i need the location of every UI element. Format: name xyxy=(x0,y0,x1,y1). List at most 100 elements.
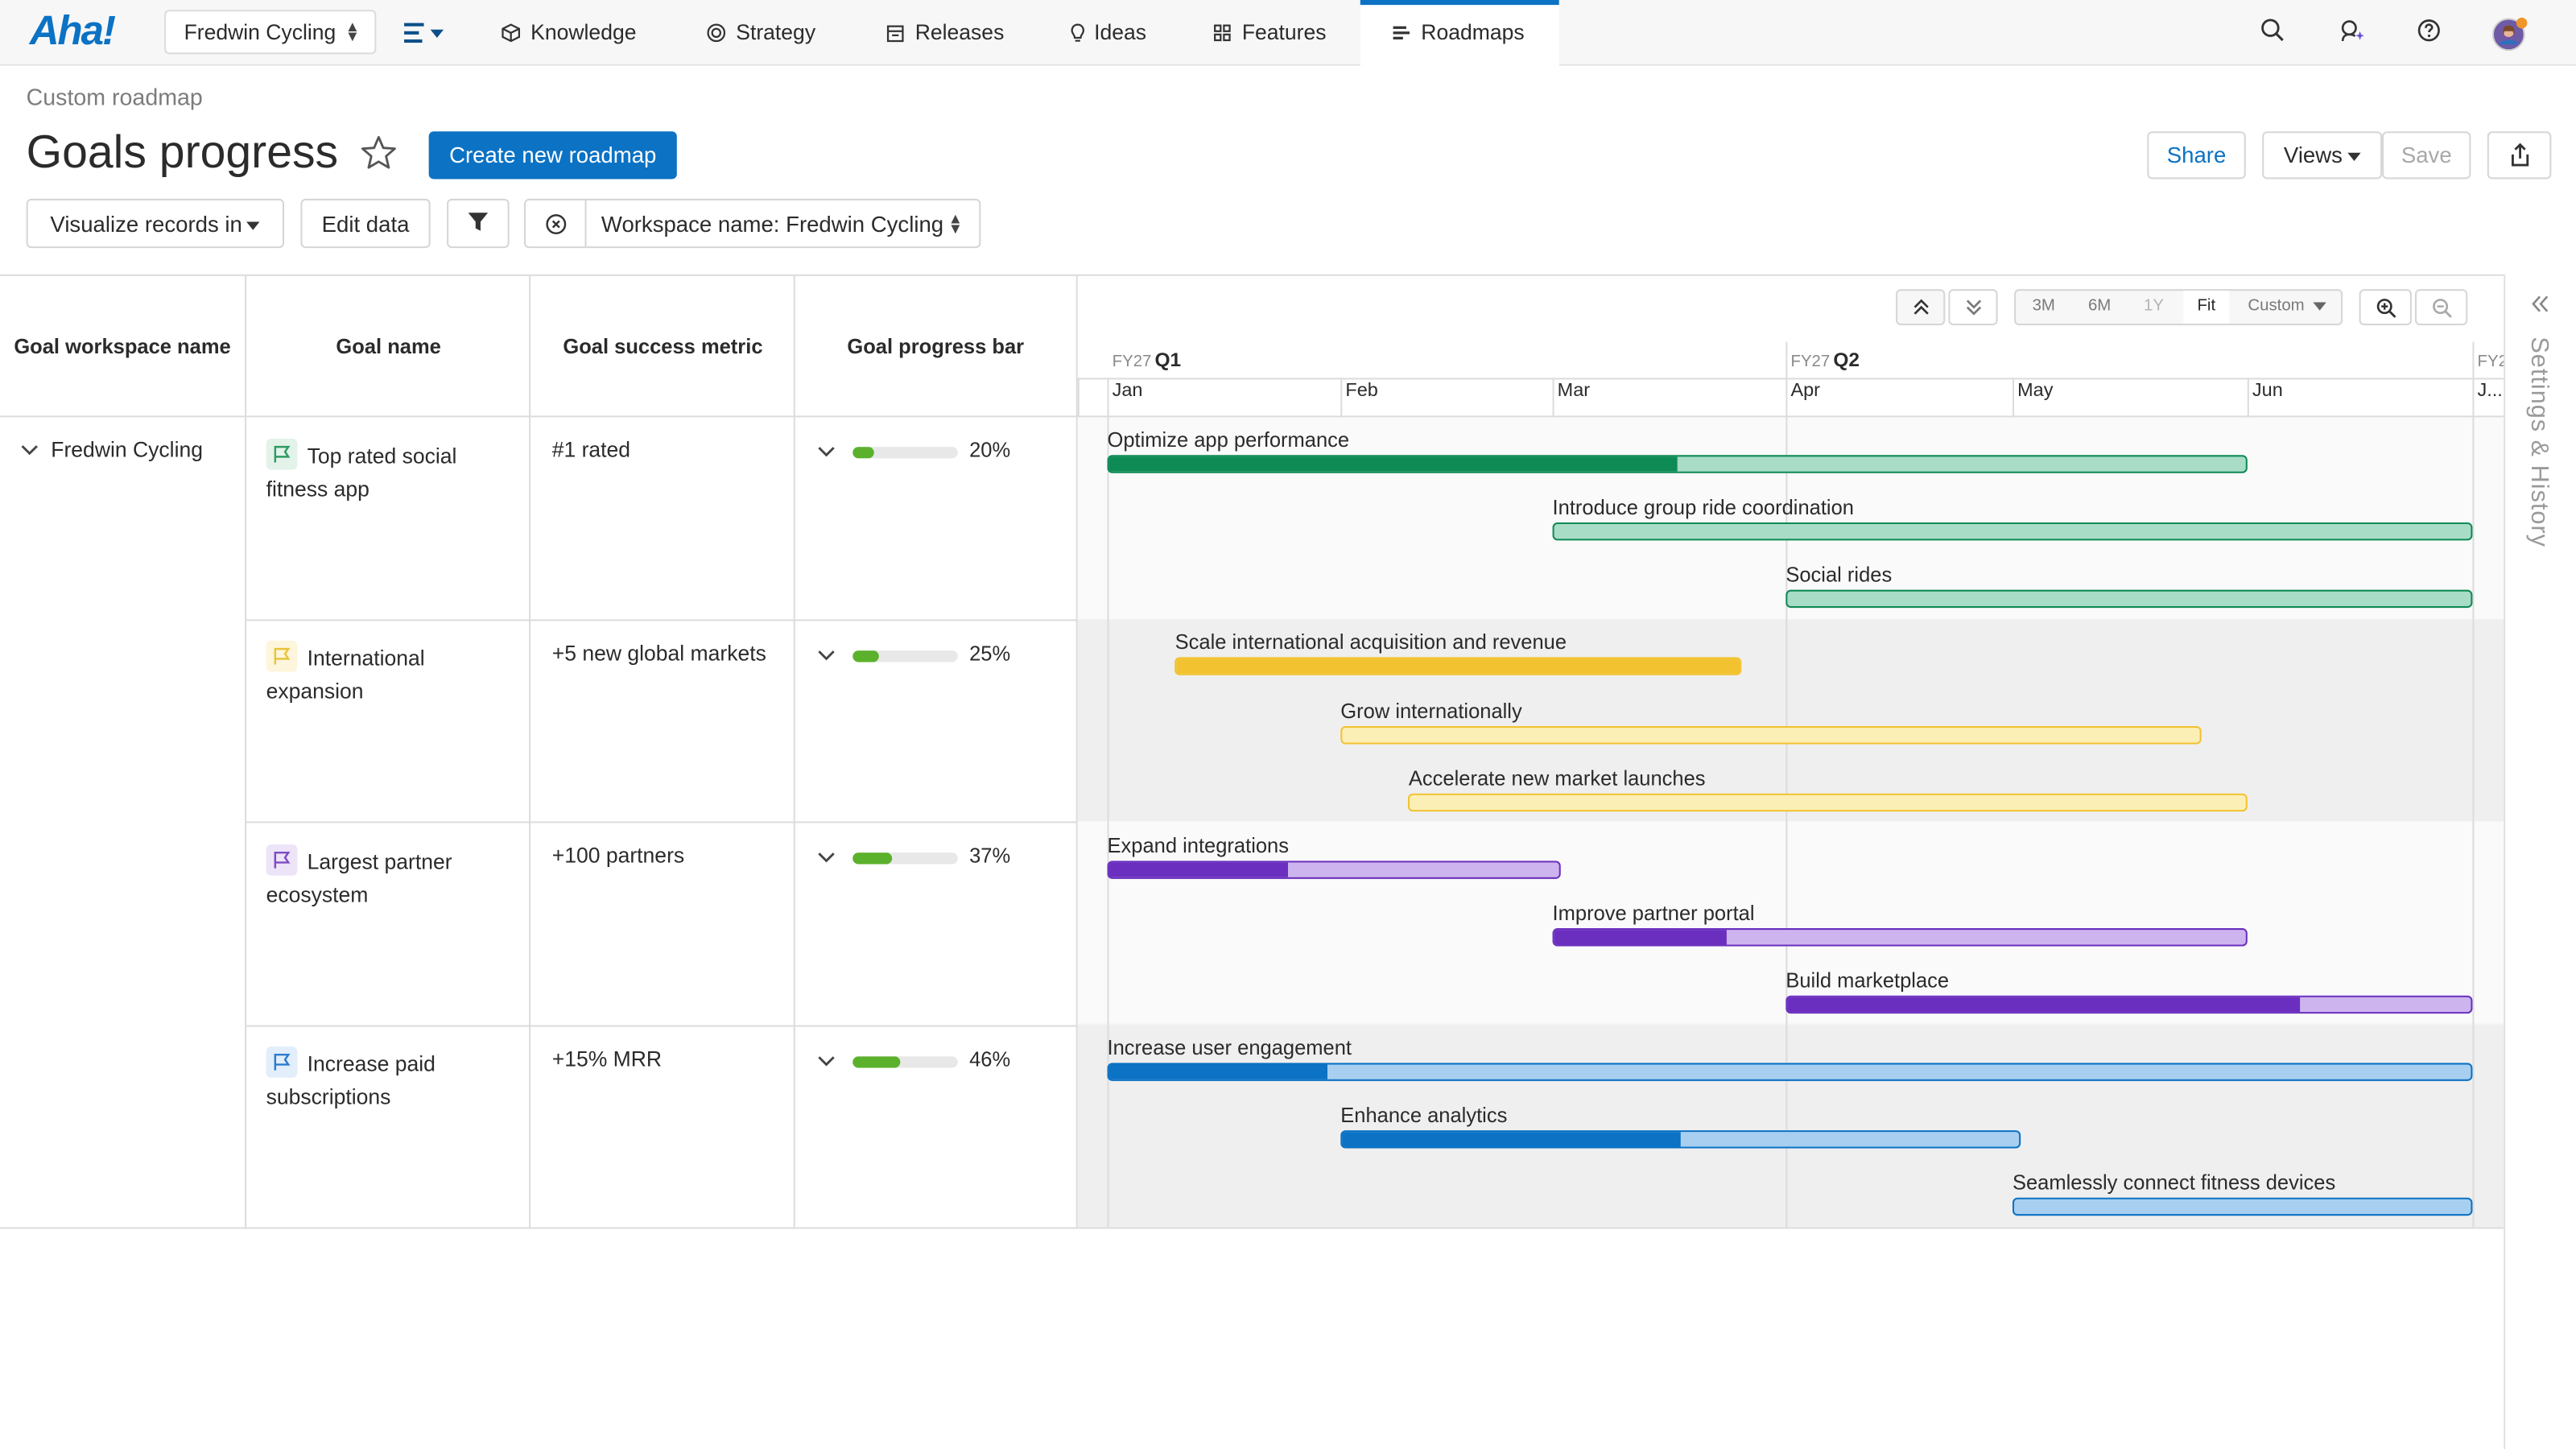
double-chevron-up-icon xyxy=(1913,299,1929,315)
header-goal-success-metric[interactable]: Goal success metric xyxy=(530,276,795,418)
month-label: Jan xyxy=(1112,381,1143,401)
filter-button[interactable] xyxy=(447,198,510,249)
help-icon[interactable] xyxy=(2417,18,2442,51)
timeline-bar-label: Improve partner portal xyxy=(1552,901,1755,925)
star-icon[interactable] xyxy=(360,134,398,179)
flag-icon xyxy=(266,640,298,672)
zoom-6m-button[interactable]: 6M xyxy=(2075,291,2124,324)
goal-metric: +15% MRR xyxy=(551,1046,663,1071)
timeline-bar[interactable] xyxy=(1107,860,1560,878)
timeline-bar[interactable] xyxy=(1107,1063,2473,1081)
workspace-filter-label: Workspace name: Fredwin Cycling xyxy=(601,212,944,237)
visualize-records-label: Visualize records in xyxy=(50,212,242,237)
header-goal-name[interactable]: Goal name xyxy=(246,276,531,418)
settings-history-panel[interactable]: Settings & History xyxy=(2504,274,2576,1449)
timeline-bar-label: Build marketplace xyxy=(1785,969,1950,993)
breadcrumb[interactable]: Custom roadmap xyxy=(27,84,203,110)
save-button[interactable]: Save xyxy=(2382,131,2471,180)
progress-track xyxy=(852,1056,958,1068)
goal-progress[interactable]: 46% xyxy=(816,1046,1063,1080)
nav-knowledge[interactable]: Knowledge xyxy=(501,0,636,66)
zoom-custom-label: Custom xyxy=(2248,297,2305,316)
search-icon[interactable] xyxy=(2260,18,2285,51)
double-chevron-left-icon[interactable] xyxy=(2530,294,2549,313)
timeline-bar[interactable] xyxy=(2012,1198,2473,1216)
timeline-bar[interactable] xyxy=(1552,522,2473,541)
nav-strategy[interactable]: Strategy xyxy=(707,0,815,66)
timeline-bar[interactable] xyxy=(1552,927,2248,947)
workspace-selector[interactable]: Fredwin Cycling ▲ ▼ xyxy=(164,10,377,55)
timeline-bar-label: Introduce group ride coordination xyxy=(1552,496,1854,520)
updown-caret-icon: ▲ ▼ xyxy=(345,18,360,45)
timeline-bar-progress xyxy=(1108,861,1289,877)
visualize-records-button[interactable]: Visualize records in xyxy=(26,198,285,249)
export-button[interactable] xyxy=(2487,131,2552,180)
timeline: Optimize app performance Introduce group … xyxy=(1077,275,2508,1228)
goal-row-2[interactable]: Largest partner ecosystem xyxy=(266,844,513,912)
views-button[interactable]: Views xyxy=(2262,131,2383,180)
workspace-selector-label: Fredwin Cycling xyxy=(184,19,336,45)
goal-row-3[interactable]: Increase paid subscriptions xyxy=(266,1046,513,1114)
zoom-in-button[interactable] xyxy=(2359,289,2412,326)
header-goal-progress-bar[interactable]: Goal progress bar xyxy=(795,276,1076,418)
nav-features[interactable]: Features xyxy=(1212,0,1327,66)
timeline-bar-label: Optimize app performance xyxy=(1107,428,1350,452)
timeline-bar[interactable] xyxy=(1340,725,2202,744)
collapse-all-button[interactable] xyxy=(1896,289,1946,326)
top-nav: Aha! Fredwin Cycling ▲ ▼ Knowledge Strate… xyxy=(0,0,2576,66)
nav-ideas[interactable]: Ideas xyxy=(1068,0,1146,66)
progress-percent: 20% xyxy=(969,438,1011,462)
goal-row-0[interactable]: Top rated social fitness app xyxy=(266,438,513,506)
timeline-bar-label: Increase user engagement xyxy=(1107,1036,1352,1060)
timeline-bar[interactable] xyxy=(1174,657,1741,676)
aha-logo[interactable]: Aha! xyxy=(30,8,116,56)
edit-data-button[interactable]: Edit data xyxy=(300,198,431,249)
progress-track xyxy=(852,447,958,459)
zoom-fit-button[interactable]: Fit xyxy=(2183,291,2230,324)
create-new-roadmap-button[interactable]: Create new roadmap xyxy=(428,131,677,180)
expand-all-button[interactable] xyxy=(1948,289,1998,326)
nav-roadmaps[interactable]: Roadmaps xyxy=(1360,0,1559,66)
month-label: Jun xyxy=(2252,381,2283,401)
progress-fill xyxy=(852,447,874,459)
chevron-down-icon xyxy=(818,650,835,661)
share-button[interactable]: Share xyxy=(2147,131,2246,180)
goal-progress[interactable]: 20% xyxy=(816,437,1063,470)
header-goal-workspace-name[interactable]: Goal workspace name xyxy=(0,276,246,418)
goal-row-1[interactable]: International expansion xyxy=(266,640,513,708)
nav-releases[interactable]: Releases xyxy=(886,0,1004,66)
lightbulb-icon xyxy=(1071,23,1085,42)
workspace-group-row[interactable]: Fredwin Cycling xyxy=(19,436,204,462)
chevron-down-icon xyxy=(818,1056,835,1067)
timeline-bar[interactable] xyxy=(1785,590,2473,609)
target-icon xyxy=(707,23,726,43)
grid-icon xyxy=(1214,24,1231,42)
timeline-bar-progress xyxy=(1787,997,2301,1013)
goal-metric: +100 partners xyxy=(551,842,685,868)
timeline-bar[interactable] xyxy=(1340,1130,2021,1149)
clear-filter-button[interactable] xyxy=(526,200,587,247)
zoom-1y-button[interactable]: 1Y xyxy=(2131,291,2177,324)
zoom-out-button[interactable] xyxy=(2414,289,2468,326)
timeline-bar-label: Expand integrations xyxy=(1107,833,1290,857)
flag-icon xyxy=(266,438,298,470)
ai-assistant-icon[interactable] xyxy=(2339,18,2366,52)
timeline-bar-progress xyxy=(1342,1132,1681,1147)
timeline-bar[interactable] xyxy=(1107,455,2248,473)
timeline-bar[interactable] xyxy=(1408,793,2248,811)
list-menu-icon[interactable] xyxy=(404,19,447,46)
workspace-filter[interactable]: Workspace name: Fredwin Cycling ▲ ▼ xyxy=(524,198,981,249)
progress-track xyxy=(852,650,958,663)
goal-progress[interactable]: 25% xyxy=(816,641,1063,674)
double-chevron-down-icon xyxy=(1966,299,1982,316)
user-avatar[interactable] xyxy=(2491,16,2529,52)
zoom-3m-button[interactable]: 3M xyxy=(2019,291,2068,324)
workspace-name: Fredwin Cycling xyxy=(51,436,204,462)
close-circle-icon xyxy=(546,214,567,235)
timeline-bar-progress xyxy=(1108,456,1678,472)
goal-metric: +5 new global markets xyxy=(551,640,766,666)
goal-progress[interactable]: 37% xyxy=(816,843,1063,876)
zoom-custom-select[interactable]: Custom xyxy=(2236,291,2339,324)
progress-fill xyxy=(852,650,879,663)
timeline-bar[interactable] xyxy=(1785,995,2473,1014)
